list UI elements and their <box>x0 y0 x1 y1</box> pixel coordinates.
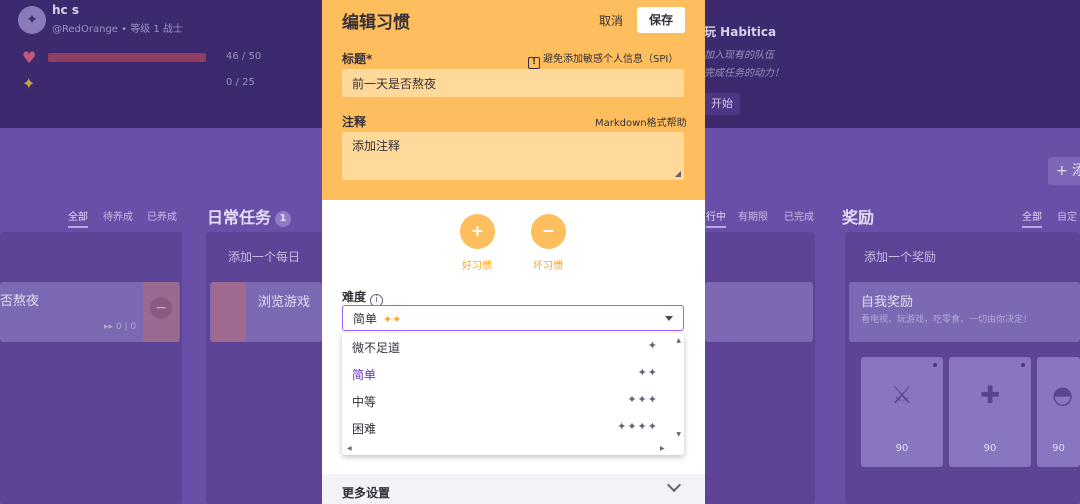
rewards-title: 奖励 <box>842 208 875 227</box>
more-settings-section[interactable]: 更多设置 <box>322 474 705 504</box>
notes-placeholder: 添加注释 <box>352 139 401 153</box>
reward-tile-armor[interactable]: ✚ 90 <box>949 357 1031 467</box>
experience-value: 0 / 25 <box>226 77 255 88</box>
difficulty-option-hard[interactable]: 困难 ✦✦✦✦ <box>342 414 672 440</box>
good-habit-label: 好习惯 <box>462 261 492 272</box>
difficulty-selected-value: 简单 <box>353 312 378 326</box>
option-stars: ✦✦✦ <box>627 393 658 406</box>
habits-column <box>0 232 182 504</box>
difficulty-selected-stars: ✦✦ <box>383 313 402 326</box>
warning-icon: ! <box>528 57 540 69</box>
daily-checkbox-area[interactable] <box>212 282 246 342</box>
option-label: 中等 <box>352 395 377 409</box>
good-habit-button[interactable]: + <box>460 214 495 249</box>
title-input[interactable]: 前一天是否熬夜 <box>342 69 684 97</box>
helmet-icon: ◓ <box>1052 381 1073 409</box>
spi-notice-text: 避免添加敏感个人信息（SPI） <box>543 54 679 65</box>
scroll-left-icon[interactable]: ◀ <box>347 445 352 452</box>
dailies-column <box>206 232 322 504</box>
chevron-down-icon <box>665 316 673 321</box>
promo-line-2: 完成任务的动力！ <box>704 68 784 79</box>
todos-filter-done[interactable]: 已完成 <box>784 208 814 223</box>
rewards-filter-custom[interactable]: 自定 <box>1057 208 1077 223</box>
notes-textarea[interactable]: 添加注释 ◢ <box>342 132 684 180</box>
reward-title: 自我奖励 <box>861 295 914 310</box>
health-bar <box>48 53 206 62</box>
todo-card[interactable] <box>705 282 813 342</box>
minus-icon: − <box>150 297 172 319</box>
save-button[interactable]: 保存 <box>637 7 685 33</box>
option-stars: ✦✦✦✦ <box>617 420 658 433</box>
bad-habit-label: 坏习惯 <box>533 261 563 272</box>
pin-dot <box>933 363 937 367</box>
vertical-scrollbar[interactable]: ▲ ▼ <box>672 333 684 443</box>
option-stars: ✦✦ <box>637 366 658 379</box>
modal-header-section: 编辑习惯 取消 保存 标题* ! 避免添加敏感个人信息（SPI） 前一天是否熬夜 … <box>322 0 705 200</box>
habit-counter: ▸▸ 0 | 0 <box>104 322 137 332</box>
reward-price: 90 <box>983 443 997 454</box>
habits-filter-all[interactable]: 全部 <box>68 208 88 228</box>
sword-icon: ⚔ <box>891 381 913 409</box>
habits-filter-todo[interactable]: 待养成 <box>103 208 133 223</box>
health-value: 46 / 50 <box>226 51 262 62</box>
todos-filter-active[interactable]: 行中 <box>706 208 726 228</box>
notes-label: 注释 <box>342 115 367 129</box>
difficulty-option-medium[interactable]: 中等 ✦✦✦ <box>342 387 672 413</box>
scroll-right-icon[interactable]: ▶ <box>660 445 665 452</box>
promo-line-1: 加入现有的队伍 <box>704 50 774 61</box>
avatar[interactable]: ✦ <box>18 6 46 34</box>
reward-tile-helmet[interactable]: ◓ 90 <box>1037 357 1080 467</box>
difficulty-label-text: 难度 <box>342 290 367 304</box>
option-stars: ✦ <box>647 339 658 352</box>
reward-price: 90 <box>895 443 909 454</box>
edit-habit-modal: 编辑习惯 取消 保存 标题* ! 避免添加敏感个人信息（SPI） 前一天是否熬夜 … <box>322 0 705 504</box>
markdown-help-link[interactable]: Markdown格式帮助 <box>595 114 687 129</box>
title-label: 标题* <box>342 52 373 66</box>
difficulty-select[interactable]: 简单 ✦✦ <box>342 305 684 331</box>
difficulty-option-easy[interactable]: 简单 ✦✦ <box>342 360 672 386</box>
habit-text: 否熬夜 <box>0 294 40 309</box>
promo-start-button[interactable]: 开始 <box>704 93 740 115</box>
todos-column <box>705 232 815 504</box>
dailies-title: 日常任务 1 <box>207 204 292 228</box>
habits-filter-done[interactable]: 已养成 <box>147 208 177 223</box>
todos-filter-due[interactable]: 有期限 <box>738 208 768 223</box>
more-settings-label: 更多设置 <box>342 486 391 500</box>
difficulty-option-trivial[interactable]: 微不足道 ✦ <box>342 333 672 359</box>
modal-title: 编辑习惯 <box>342 13 410 33</box>
dailies-title-text: 日常任务 <box>207 208 272 227</box>
horizontal-scrollbar[interactable]: ◀ ▶ <box>342 443 684 455</box>
add-reward-input[interactable]: 添加一个奖励 <box>864 248 936 265</box>
reward-tile-sword[interactable]: ⚔ 90 <box>861 357 943 467</box>
pin-dot <box>1021 363 1025 367</box>
option-label: 困难 <box>352 422 377 436</box>
add-task-button[interactable]: + 添 <box>1048 157 1080 185</box>
bad-habit-button[interactable]: − <box>531 214 566 249</box>
user-name: hc s <box>52 3 79 17</box>
dailies-count-badge: 1 <box>275 210 292 227</box>
star-icon: ✦ <box>22 74 36 93</box>
difficulty-dropdown: 微不足道 ✦ 简单 ✦✦ 中等 ✦✦✦ 困难 ✦✦✦✦ ▲ ▼ ◀ ▶ <box>342 333 684 455</box>
reward-price: 90 <box>1052 443 1065 454</box>
user-subtitle: @RedOrange • 等级 1 战士 <box>52 24 183 35</box>
promo-title: 玩 Habitica <box>704 25 777 39</box>
cancel-button[interactable]: 取消 <box>599 12 623 29</box>
scroll-down-icon[interactable]: ▼ <box>676 431 681 438</box>
daily-text: 浏览游戏 <box>258 295 311 310</box>
rewards-filter-all[interactable]: 全部 <box>1022 208 1042 228</box>
armor-icon: ✚ <box>979 381 1001 409</box>
heart-icon: ♥ <box>22 48 37 67</box>
option-label: 微不足道 <box>352 341 401 355</box>
reward-description: 看电视，玩游戏，吃零食，一切由你决定！ <box>861 315 1033 325</box>
option-label: 简单 <box>352 368 377 382</box>
chevron-down-icon[interactable] <box>666 477 682 493</box>
scroll-up-icon[interactable]: ▲ <box>676 337 681 344</box>
resize-handle-icon[interactable]: ◢ <box>675 169 681 178</box>
add-daily-input[interactable]: 添加一个每日 <box>228 248 300 265</box>
spi-notice: ! 避免添加敏感个人信息（SPI） <box>528 50 678 69</box>
